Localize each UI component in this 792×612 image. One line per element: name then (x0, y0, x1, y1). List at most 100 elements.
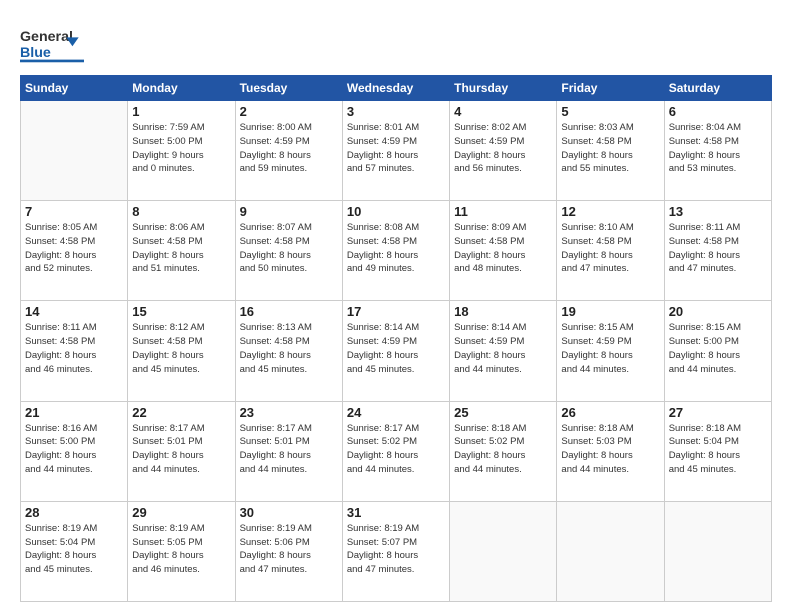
calendar-cell: 8Sunrise: 8:06 AMSunset: 4:58 PMDaylight… (128, 201, 235, 301)
day-number: 13 (669, 204, 767, 219)
weekday-header-monday: Monday (128, 76, 235, 101)
day-info: Sunrise: 8:15 AMSunset: 4:59 PMDaylight:… (561, 321, 659, 376)
day-info: Sunrise: 8:19 AMSunset: 5:06 PMDaylight:… (240, 522, 338, 577)
day-number: 23 (240, 405, 338, 420)
calendar-cell: 15 Sunrise: 8:12 AMSunset: 4:58 PMDayligh… (128, 301, 235, 401)
day-number: 6 (669, 104, 767, 119)
day-number: 19 (561, 304, 659, 319)
calendar-cell: 10 Sunrise: 8:08 AMSunset: 4:58 PMDayligh… (342, 201, 449, 301)
day-info: Sunrise: 8:13 AMSunset: 4:58 PMDaylight:… (240, 321, 338, 376)
day-info: Sunrise: 8:17 AMSunset: 5:02 PMDaylight:… (347, 422, 445, 477)
day-info: Sunrise: 8:17 AMSunset: 5:01 PMDaylight:… (240, 422, 338, 477)
day-number: 5 (561, 104, 659, 119)
day-info: Sunrise: 8:18 AMSunset: 5:03 PMDaylight:… (561, 422, 659, 477)
calendar-table: SundayMondayTuesdayWednesdayThursdayFrid… (20, 75, 772, 602)
day-info: Sunrise: 8:06 AMSunset: 4:58 PMDaylight:… (132, 221, 230, 276)
calendar-cell: 26 Sunrise: 8:18 AMSunset: 5:03 PMDayligh… (557, 401, 664, 501)
day-number: 31 (347, 505, 445, 520)
calendar-cell: 21 Sunrise: 8:16 AMSunset: 5:00 PMDayligh… (21, 401, 128, 501)
calendar-cell: 24 Sunrise: 8:17 AMSunset: 5:02 PMDayligh… (342, 401, 449, 501)
logo-svg: General Blue (20, 22, 100, 67)
weekday-header-thursday: Thursday (450, 76, 557, 101)
day-info: Sunrise: 8:11 AMSunset: 4:58 PMDaylight:… (669, 221, 767, 276)
weekday-header-tuesday: Tuesday (235, 76, 342, 101)
calendar-cell: 18 Sunrise: 8:14 AMSunset: 4:59 PMDayligh… (450, 301, 557, 401)
day-number: 18 (454, 304, 552, 319)
calendar-cell: 25 Sunrise: 8:18 AMSunset: 5:02 PMDayligh… (450, 401, 557, 501)
day-info: Sunrise: 8:10 AMSunset: 4:58 PMDaylight:… (561, 221, 659, 276)
svg-text:General: General (20, 29, 73, 45)
calendar-cell: 19 Sunrise: 8:15 AMSunset: 4:59 PMDayligh… (557, 301, 664, 401)
day-info: Sunrise: 8:09 AMSunset: 4:58 PMDaylight:… (454, 221, 552, 276)
calendar-cell (557, 501, 664, 601)
day-number: 1 (132, 104, 230, 119)
day-number: 27 (669, 405, 767, 420)
calendar-cell: 1 Sunrise: 7:59 AMSunset: 5:00 PMDaylight… (128, 101, 235, 201)
day-number: 26 (561, 405, 659, 420)
svg-text:Blue: Blue (20, 45, 51, 61)
day-info: Sunrise: 8:19 AMSunset: 5:04 PMDaylight:… (25, 522, 123, 577)
day-number: 28 (25, 505, 123, 520)
calendar-cell: 12Sunrise: 8:10 AMSunset: 4:58 PMDayligh… (557, 201, 664, 301)
day-number: 15 (132, 304, 230, 319)
calendar-cell: 14 Sunrise: 8:11 AMSunset: 4:58 PMDayligh… (21, 301, 128, 401)
calendar-cell: 22Sunrise: 8:17 AMSunset: 5:01 PMDayligh… (128, 401, 235, 501)
day-info: Sunrise: 8:14 AMSunset: 4:59 PMDaylight:… (454, 321, 552, 376)
weekday-header-saturday: Saturday (664, 76, 771, 101)
day-info: Sunrise: 8:00 AMSunset: 4:59 PMDaylight:… (240, 121, 338, 176)
day-info: Sunrise: 7:59 AMSunset: 5:00 PMDaylight:… (132, 121, 230, 176)
calendar-cell: 31 Sunrise: 8:19 AMSunset: 5:07 PMDayligh… (342, 501, 449, 601)
weekday-header-wednesday: Wednesday (342, 76, 449, 101)
day-info: Sunrise: 8:05 AMSunset: 4:58 PMDaylight:… (25, 221, 123, 276)
day-number: 17 (347, 304, 445, 319)
day-info: Sunrise: 8:16 AMSunset: 5:00 PMDaylight:… (25, 422, 123, 477)
day-info: Sunrise: 8:07 AMSunset: 4:58 PMDaylight:… (240, 221, 338, 276)
day-info: Sunrise: 8:12 AMSunset: 4:58 PMDaylight:… (132, 321, 230, 376)
day-info: Sunrise: 8:02 AMSunset: 4:59 PMDaylight:… (454, 121, 552, 176)
weekday-header-sunday: Sunday (21, 76, 128, 101)
day-info: Sunrise: 8:15 AMSunset: 5:00 PMDaylight:… (669, 321, 767, 376)
calendar-cell (450, 501, 557, 601)
day-number: 11 (454, 204, 552, 219)
calendar-cell: 9Sunrise: 8:07 AMSunset: 4:58 PMDaylight… (235, 201, 342, 301)
calendar-cell: 30 Sunrise: 8:19 AMSunset: 5:06 PMDayligh… (235, 501, 342, 601)
day-number: 21 (25, 405, 123, 420)
day-info: Sunrise: 8:04 AMSunset: 4:58 PMDaylight:… (669, 121, 767, 176)
calendar-cell: 13 Sunrise: 8:11 AMSunset: 4:58 PMDayligh… (664, 201, 771, 301)
calendar-cell: 29 Sunrise: 8:19 AMSunset: 5:05 PMDayligh… (128, 501, 235, 601)
day-number: 14 (25, 304, 123, 319)
day-number: 25 (454, 405, 552, 420)
day-number: 2 (240, 104, 338, 119)
calendar-cell: 16Sunrise: 8:13 AMSunset: 4:58 PMDayligh… (235, 301, 342, 401)
logo: General Blue (20, 22, 100, 67)
day-info: Sunrise: 8:19 AMSunset: 5:07 PMDaylight:… (347, 522, 445, 577)
day-info: Sunrise: 8:03 AMSunset: 4:58 PMDaylight:… (561, 121, 659, 176)
header: General Blue (20, 18, 772, 67)
weekday-header-friday: Friday (557, 76, 664, 101)
day-info: Sunrise: 8:11 AMSunset: 4:58 PMDaylight:… (25, 321, 123, 376)
calendar-cell: 27 Sunrise: 8:18 AMSunset: 5:04 PMDayligh… (664, 401, 771, 501)
calendar-cell: 5 Sunrise: 8:03 AMSunset: 4:58 PMDaylight… (557, 101, 664, 201)
day-number: 4 (454, 104, 552, 119)
day-number: 24 (347, 405, 445, 420)
day-number: 7 (25, 204, 123, 219)
day-info: Sunrise: 8:18 AMSunset: 5:02 PMDaylight:… (454, 422, 552, 477)
day-info: Sunrise: 8:01 AMSunset: 4:59 PMDaylight:… (347, 121, 445, 176)
day-number: 29 (132, 505, 230, 520)
calendar-cell: 4 Sunrise: 8:02 AMSunset: 4:59 PMDaylight… (450, 101, 557, 201)
calendar-cell: 3 Sunrise: 8:01 AMSunset: 4:59 PMDaylight… (342, 101, 449, 201)
calendar-cell: 2 Sunrise: 8:00 AMSunset: 4:59 PMDaylight… (235, 101, 342, 201)
day-number: 10 (347, 204, 445, 219)
calendar-cell (664, 501, 771, 601)
day-number: 30 (240, 505, 338, 520)
day-info: Sunrise: 8:18 AMSunset: 5:04 PMDaylight:… (669, 422, 767, 477)
day-info: Sunrise: 8:19 AMSunset: 5:05 PMDaylight:… (132, 522, 230, 577)
day-info: Sunrise: 8:08 AMSunset: 4:58 PMDaylight:… (347, 221, 445, 276)
calendar-cell: 6 Sunrise: 8:04 AMSunset: 4:58 PMDaylight… (664, 101, 771, 201)
page: General Blue SundayMondayTuesdayWednesda… (0, 0, 792, 612)
day-number: 3 (347, 104, 445, 119)
day-number: 22 (132, 405, 230, 420)
calendar-cell: 7 Sunrise: 8:05 AMSunset: 4:58 PMDaylight… (21, 201, 128, 301)
calendar-cell: 28 Sunrise: 8:19 AMSunset: 5:04 PMDayligh… (21, 501, 128, 601)
day-number: 20 (669, 304, 767, 319)
